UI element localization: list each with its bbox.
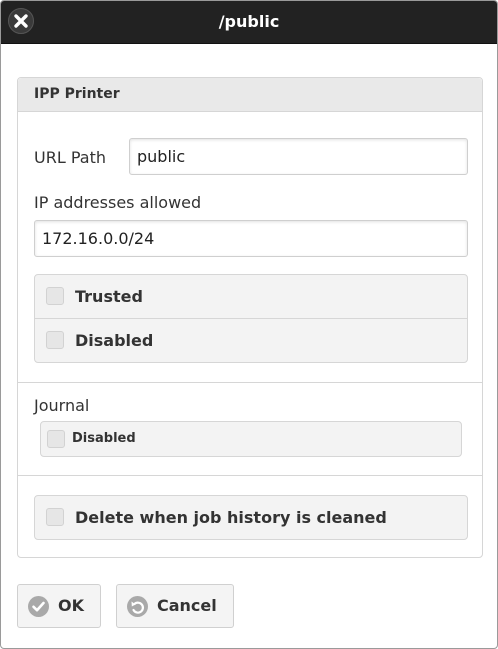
ok-button[interactable]: OK <box>17 584 101 628</box>
options-group: Trusted Disabled <box>34 274 468 363</box>
disabled-checkbox-row[interactable]: Disabled <box>35 318 467 362</box>
delete-history-checkbox-row[interactable]: Delete when job history is cleaned <box>35 496 467 539</box>
journal-group: Disabled <box>40 421 462 457</box>
title-bar: /public <box>1 1 497 44</box>
section-divider <box>18 475 482 476</box>
panel-header: IPP Printer <box>18 78 482 112</box>
disabled-checkbox[interactable] <box>46 331 64 349</box>
url-path-label: URL Path <box>34 148 106 167</box>
undo-icon <box>127 596 148 617</box>
section-divider <box>18 382 482 383</box>
ipp-printer-panel: IPP Printer URL Path public IP addresses… <box>17 77 483 558</box>
ip-addresses-input[interactable]: 172.16.0.0/24 <box>34 220 468 257</box>
journal-label: Journal <box>34 396 90 415</box>
trusted-checkbox-row[interactable]: Trusted <box>35 275 467 319</box>
url-path-input[interactable]: public <box>129 138 468 175</box>
trusted-label: Trusted <box>75 287 143 306</box>
ip-addresses-label: IP addresses allowed <box>34 193 202 212</box>
check-icon <box>28 596 49 617</box>
delete-option-group: Delete when job history is cleaned <box>34 495 468 540</box>
cancel-button[interactable]: Cancel <box>116 584 234 628</box>
journal-disabled-checkbox-row[interactable]: Disabled <box>41 422 461 456</box>
ok-label: OK <box>58 596 84 615</box>
delete-history-label: Delete when job history is cleaned <box>75 508 387 527</box>
dialog: /public IPP Printer URL Path public IP a… <box>0 0 498 649</box>
journal-disabled-label: Disabled <box>72 431 136 446</box>
panel-heading: IPP Printer <box>34 86 120 102</box>
delete-history-checkbox[interactable] <box>46 508 64 526</box>
dialog-title: /public <box>218 12 280 31</box>
cancel-label: Cancel <box>157 596 217 615</box>
disabled-label: Disabled <box>75 331 154 350</box>
journal-disabled-checkbox[interactable] <box>47 430 65 448</box>
trusted-checkbox[interactable] <box>46 287 64 305</box>
